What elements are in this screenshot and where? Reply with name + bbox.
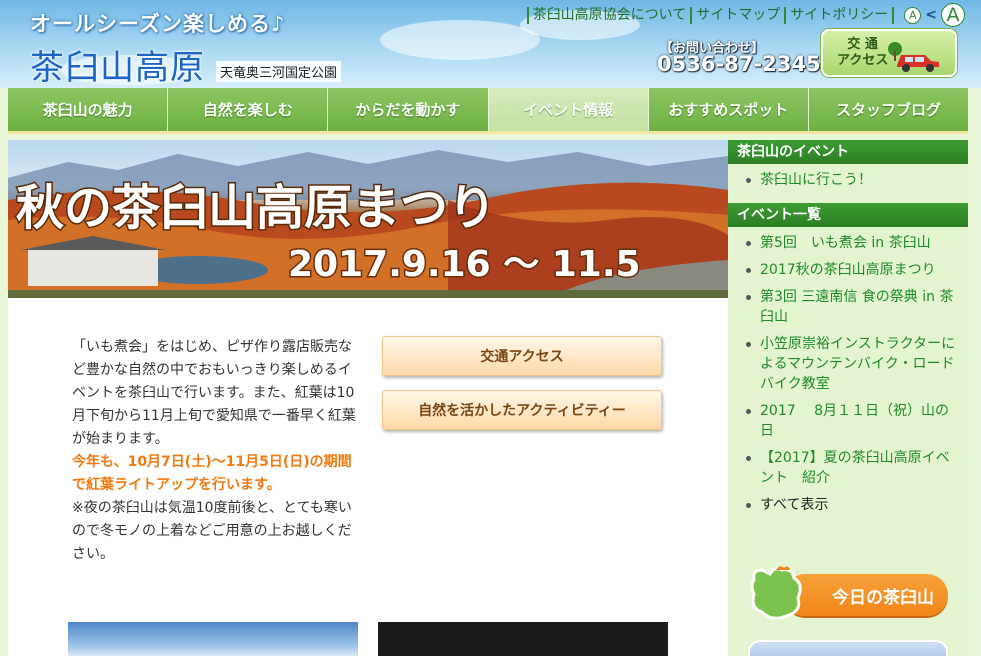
access-button[interactable]: 交 通 アクセス bbox=[821, 29, 957, 77]
list-item[interactable]: 2017秋の茶臼山高原まつり bbox=[744, 260, 960, 280]
event-banner: 秋の茶臼山高原まつり 2017.9.16 ～ 11.5 bbox=[8, 140, 728, 298]
list-item[interactable]: 第3回 三遠南信 食の祭典 in 茶臼山 bbox=[744, 287, 960, 327]
link-association[interactable]: 茶臼山高原協会について bbox=[526, 6, 691, 24]
top-utility-nav: 茶臼山高原協会について サイトマップ サイトポリシー A < A bbox=[526, 3, 965, 27]
access-button-label: 交 通 アクセス bbox=[837, 37, 889, 68]
nav-item-events[interactable]: イベント情報 bbox=[488, 88, 649, 131]
sidebar-photo bbox=[748, 640, 948, 656]
main-nav: 茶臼山の魅力 自然を楽しむ からだを動かす イベント情報 おすすめスポット スタ… bbox=[8, 88, 969, 134]
list-item[interactable]: 小笠原崇裕インストラクターによるマウンテンバイク・ロードバイク教室 bbox=[744, 334, 960, 394]
site-logo-title[interactable]: 茶臼山高原 bbox=[30, 40, 205, 88]
banner-dates: 2017.9.16 ～ 11.5 bbox=[288, 244, 641, 285]
nav-item-charm[interactable]: 茶臼山の魅力 bbox=[8, 88, 169, 131]
activity-link-button[interactable]: 自然を活かしたアクティビティー bbox=[382, 390, 662, 430]
intro-paragraph: 「いも煮会」をはじめ、ピザ作り露店販売など豊かな自然の中でおもいっきり楽しめるイ… bbox=[72, 339, 356, 447]
car-icon bbox=[888, 42, 939, 72]
header: オールシーズン楽しめる♪ 茶臼山高原 天竜奥三河国定公園 茶臼山高原協会について… bbox=[0, 0, 981, 88]
sidebar: 茶臼山のイベント 茶臼山に行こう！ イベント一覧 第5回 いも煮会 in 茶臼山… bbox=[728, 140, 968, 656]
intro-text: 「いも煮会」をはじめ、ピザ作り露店販売など豊かな自然の中でおもいっきり楽しめるイ… bbox=[72, 336, 360, 566]
site-logo-subtitle: 天竜奥三河国定公園 bbox=[216, 61, 342, 82]
intro-note: ※夜の茶臼山は気温10度前後と、とても寒いので冬モノの上着などご用意の上お越しく… bbox=[72, 500, 352, 562]
contact-phone: 0536-87-2345 bbox=[657, 52, 821, 76]
today-banner[interactable]: 今日の茶臼山 bbox=[748, 564, 948, 620]
sidebar-heading-event-list: イベント一覧 bbox=[728, 203, 968, 227]
banner-text-layer: 秋の茶臼山高原まつり 2017.9.16 ～ 11.5 bbox=[15, 179, 643, 287]
banner-title: 秋の茶臼山高原まつり bbox=[16, 180, 496, 236]
nav-item-nature[interactable]: 自然を楽しむ bbox=[168, 88, 329, 131]
cloud-decoration bbox=[380, 20, 540, 60]
font-size-small-button[interactable]: A bbox=[904, 6, 922, 24]
font-size-large-button[interactable]: A bbox=[941, 3, 965, 27]
sidebar-event-list: 第5回 いも煮会 in 茶臼山 2017秋の茶臼山高原まつり 第3回 三遠南信 … bbox=[728, 227, 968, 528]
nav-item-spots[interactable]: おすすめスポット bbox=[648, 88, 809, 131]
main-content: 秋の茶臼山高原まつり 2017.9.16 ～ 11.5 「いも煮会」をはじめ、ピ… bbox=[8, 140, 728, 656]
site-tagline: オールシーズン楽しめる♪ bbox=[30, 12, 286, 36]
mascot-icon bbox=[750, 566, 802, 620]
today-banner-label: 今日の茶臼山 bbox=[784, 574, 948, 616]
list-item[interactable]: 2017 8月１１日（祝）山の日 bbox=[744, 401, 960, 441]
photo-night bbox=[378, 622, 668, 656]
sidebar-heading-events: 茶臼山のイベント bbox=[728, 140, 968, 164]
link-sitemap[interactable]: サイトマップ bbox=[690, 6, 784, 24]
photo-sky bbox=[68, 622, 358, 656]
intro-highlight: 今年も、10月7日(土)～11月5日(日)の期間で紅葉ライトアップを行います。 bbox=[72, 454, 352, 493]
content-buttons: 交通アクセス 自然を活かしたアクティビティー bbox=[382, 336, 662, 444]
font-size-control: A < A bbox=[904, 3, 965, 27]
access-link-button[interactable]: 交通アクセス bbox=[382, 336, 662, 376]
sidebar-item-lets-go[interactable]: 茶臼山に行こう！ bbox=[744, 170, 960, 190]
sidebar-events-list: 茶臼山に行こう！ bbox=[728, 164, 968, 203]
show-all-link[interactable]: すべて表示 bbox=[744, 495, 960, 515]
nav-item-activity[interactable]: からだを動かす bbox=[328, 88, 489, 131]
link-site-policy[interactable]: サイトポリシー bbox=[784, 6, 895, 24]
font-size-separator: < bbox=[925, 7, 937, 23]
list-item[interactable]: 【2017】夏の茶臼山高原イベント 紹介 bbox=[744, 448, 960, 488]
nav-item-staff-blog[interactable]: スタッフブログ bbox=[808, 88, 969, 131]
list-item[interactable]: 第5回 いも煮会 in 茶臼山 bbox=[744, 233, 960, 253]
